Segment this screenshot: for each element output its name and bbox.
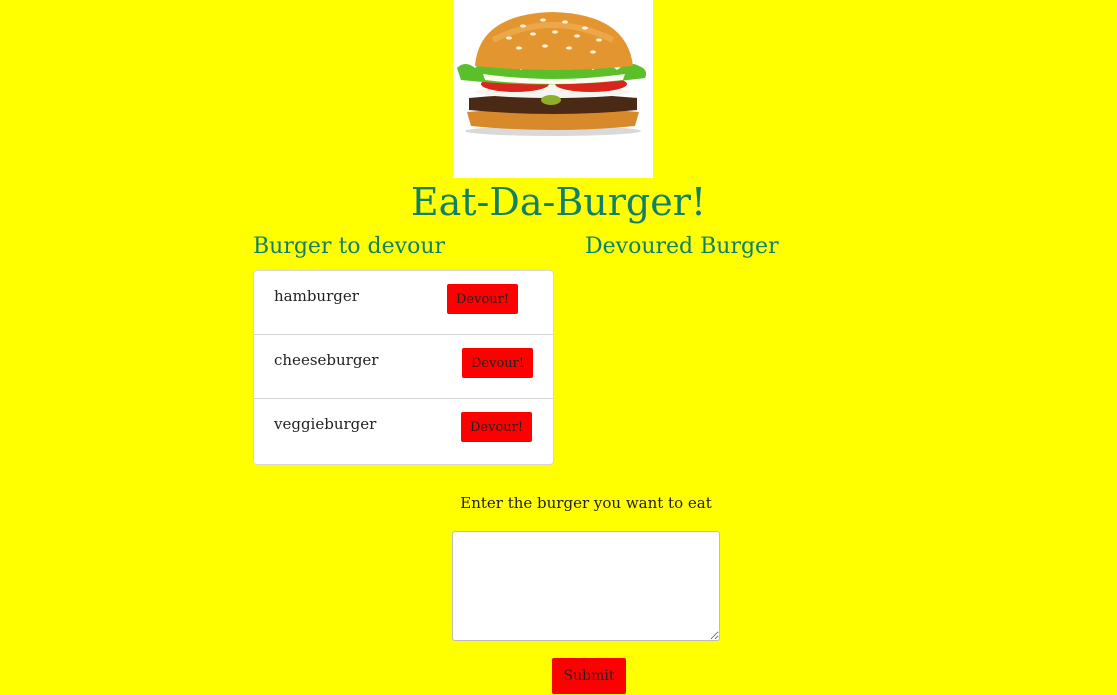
burger-name: hamburger: [274, 287, 359, 305]
burger-icon: [457, 12, 647, 136]
devour-button[interactable]: Devour!: [447, 284, 519, 314]
burgers-to-devour-list: hamburger Devour! cheeseburger Devour! v…: [253, 270, 554, 465]
list-item: veggieburger Devour!: [254, 399, 553, 464]
list-item: cheeseburger Devour!: [254, 335, 553, 399]
burger-name: cheeseburger: [274, 351, 379, 369]
to-devour-heading: Burger to devour: [253, 234, 446, 259]
devour-button[interactable]: Devour!: [462, 348, 534, 378]
burger-name: veggieburger: [274, 415, 377, 433]
devoured-heading: Devoured Burger: [585, 234, 779, 259]
list-item: hamburger Devour!: [254, 271, 553, 335]
burger-input-label: Enter the burger you want to eat: [460, 494, 712, 512]
burger-input[interactable]: [452, 531, 720, 641]
burger-logo: [453, 0, 653, 178]
devour-button[interactable]: Devour!: [461, 412, 533, 442]
submit-button[interactable]: Submit: [552, 658, 626, 694]
page-title: Eat-Da-Burger!: [410, 180, 707, 224]
